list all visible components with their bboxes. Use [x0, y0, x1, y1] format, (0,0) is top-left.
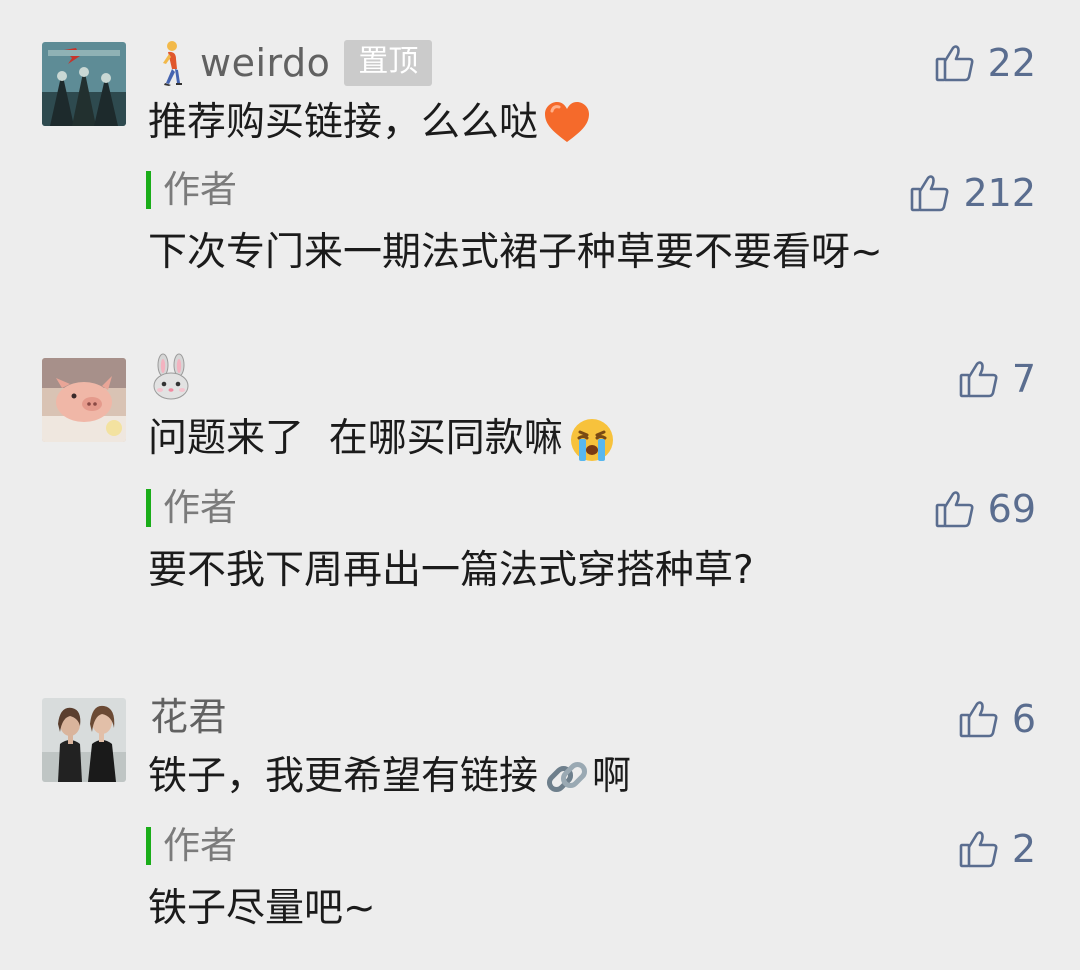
author-label: 作者 — [163, 824, 237, 867]
avatar[interactable] — [42, 358, 126, 442]
like-count: 7 — [1011, 357, 1036, 401]
crying-face-icon — [567, 414, 617, 464]
thumbs-up-icon — [958, 828, 1000, 870]
reply-text: 要不我下周再出一篇法式穿搭种草? — [148, 548, 754, 593]
comment-text-content: 问题来了 在哪买同款嘛 — [148, 416, 563, 461]
like-count: 22 — [987, 41, 1036, 85]
nickname[interactable]: 花君 — [150, 693, 227, 741]
thumbs-up-icon — [958, 358, 1000, 400]
walking-person-icon — [150, 39, 192, 87]
avatar[interactable] — [42, 42, 126, 126]
avatar[interactable] — [42, 698, 126, 782]
comment-header: 花君 — [150, 692, 227, 742]
reply-like-button[interactable]: 2 — [958, 824, 1036, 874]
comment-header: weirdo 置顶 — [150, 38, 433, 88]
comment-text: 问题来了 在哪买同款嘛 — [148, 412, 617, 466]
like-count: 212 — [963, 171, 1036, 215]
author-reply-header: 作者 — [146, 166, 237, 214]
author-label: 作者 — [163, 168, 237, 211]
like-count: 69 — [987, 487, 1036, 531]
author-reply-header: 作者 — [146, 822, 237, 870]
comment-header — [150, 352, 200, 402]
orange-heart-icon — [542, 98, 592, 148]
rabbit-face-icon — [150, 353, 192, 401]
comment-text: 铁子，我更希望有链接 啊 — [148, 750, 631, 804]
thumbs-up-icon — [958, 698, 1000, 740]
reply-text: 铁子尽量吧~ — [148, 886, 376, 931]
like-count: 6 — [1011, 697, 1036, 741]
reply-like-button[interactable]: 69 — [934, 484, 1036, 534]
like-button[interactable]: 22 — [934, 38, 1036, 88]
thumbs-up-icon — [934, 42, 976, 84]
author-indicator-bar — [146, 827, 151, 865]
avatar-image — [42, 42, 126, 126]
comment-text-content-end: 啊 — [592, 754, 632, 799]
reply-text: 下次专门来一期法式裙子种草要不要看呀~ — [148, 230, 883, 275]
comment-text-content: 铁子，我更希望有链接 — [148, 754, 539, 799]
like-count: 2 — [1011, 827, 1036, 871]
avatar-image — [42, 698, 126, 782]
author-label: 作者 — [163, 486, 237, 529]
author-indicator-bar — [146, 489, 151, 527]
comment-text: 推荐购买链接，么么哒 — [148, 96, 592, 150]
author-indicator-bar — [146, 171, 151, 209]
link-icon — [542, 752, 592, 802]
like-button[interactable]: 7 — [958, 354, 1036, 404]
reply-like-button[interactable]: 212 — [909, 168, 1036, 218]
pinned-badge: 置顶 — [344, 40, 433, 86]
comment-text-content: 推荐购买链接，么么哒 — [148, 100, 539, 145]
nickname[interactable]: weirdo — [200, 39, 330, 87]
author-reply-header: 作者 — [146, 484, 237, 532]
thumbs-up-icon — [909, 172, 951, 214]
like-button[interactable]: 6 — [958, 694, 1036, 744]
avatar-image — [42, 358, 126, 442]
thumbs-up-icon — [934, 488, 976, 530]
comments-page: weirdo 置顶 22 推荐购买链接，么么哒 作者 212 下次专门来一期法式… — [0, 0, 1080, 970]
